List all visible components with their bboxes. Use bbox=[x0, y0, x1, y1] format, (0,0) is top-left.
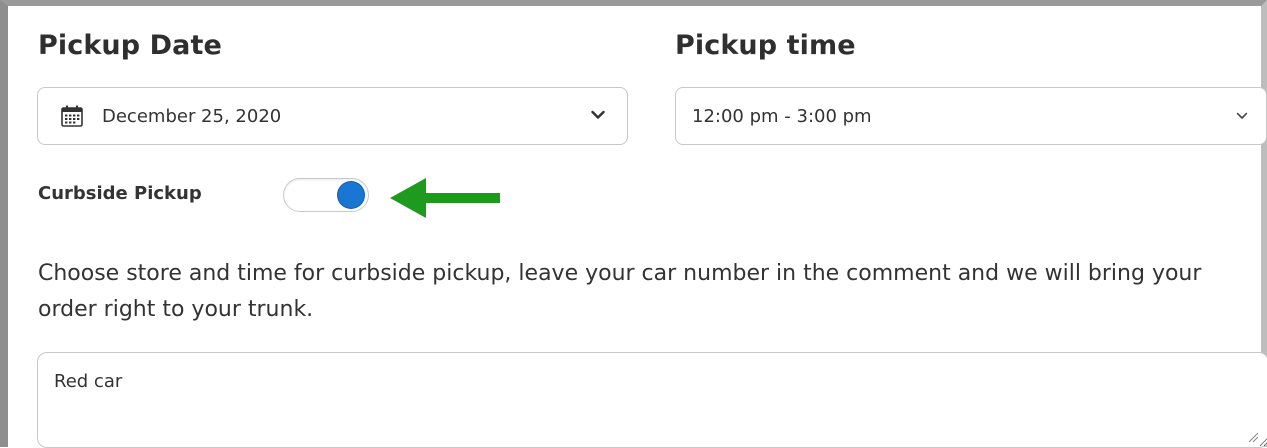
pickup-panel: Pickup Date Pickup time December 25, 202… bbox=[0, 0, 1267, 448]
chevron-down-icon bbox=[591, 110, 605, 119]
chevron-down-icon bbox=[1236, 112, 1248, 119]
curbside-pickup-toggle[interactable] bbox=[283, 178, 369, 212]
pickup-date-select[interactable]: December 25, 2020 bbox=[37, 87, 628, 145]
left-arrow-icon bbox=[390, 178, 500, 218]
pickup-time-label: Pickup time bbox=[675, 30, 856, 61]
toggle-knob bbox=[338, 182, 364, 208]
pickup-date-label: Pickup Date bbox=[38, 30, 222, 61]
calendar-icon bbox=[61, 105, 83, 127]
pickup-date-value: December 25, 2020 bbox=[102, 105, 282, 127]
resize-grip-icon[interactable] bbox=[1247, 431, 1259, 443]
comment-textarea[interactable]: Red car bbox=[37, 352, 1267, 448]
curbside-pickup-label: Curbside Pickup bbox=[38, 183, 202, 204]
pickup-time-value: 12:00 pm - 3:00 pm bbox=[692, 105, 872, 127]
pickup-time-select[interactable]: 12:00 pm - 3:00 pm bbox=[675, 87, 1267, 145]
curbside-description: Choose store and time for curbside picku… bbox=[38, 261, 1202, 322]
